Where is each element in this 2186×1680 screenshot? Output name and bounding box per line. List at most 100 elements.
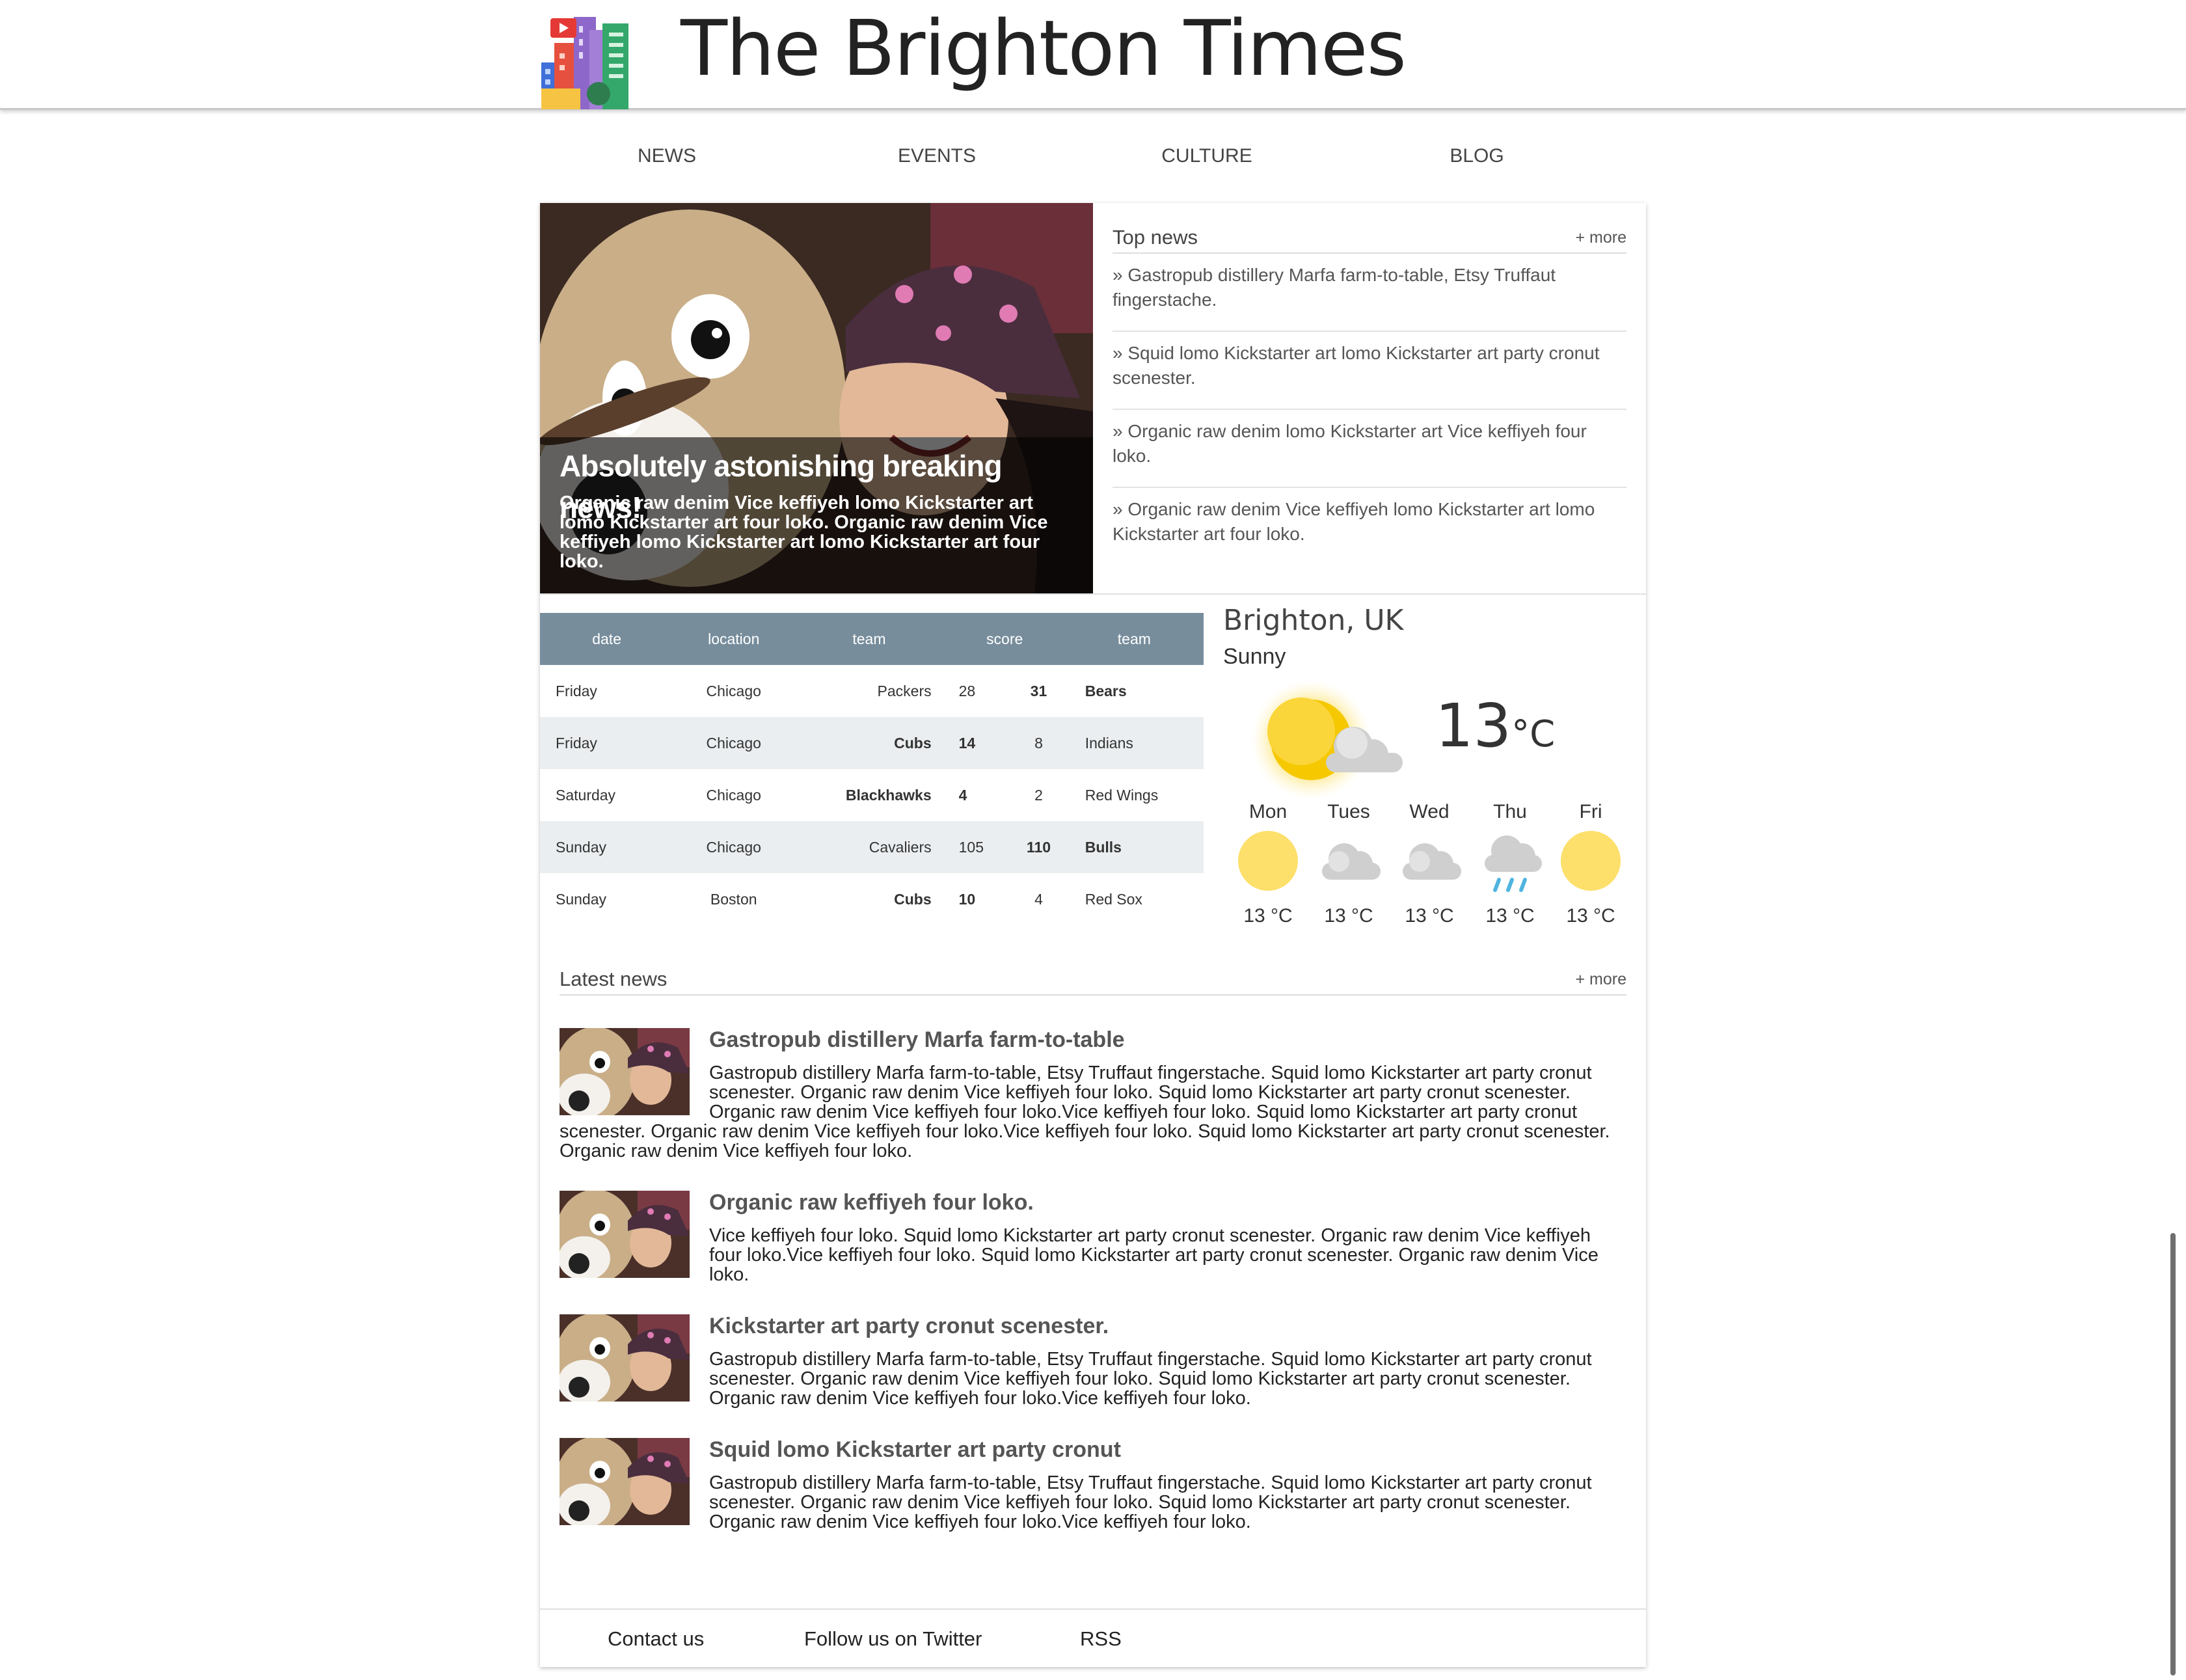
score-date: Sunday — [540, 821, 675, 873]
city-buildings-icon[interactable] — [541, 17, 634, 109]
latest-news-headline[interactable]: Kickstarter art party cronut scenester. — [560, 1310, 1626, 1342]
weather-location: Brighton, UK — [1223, 604, 1404, 637]
score-away: 8 — [1012, 717, 1066, 769]
score-location: Chicago — [674, 821, 794, 873]
news-thumbnail[interactable] — [560, 1314, 690, 1402]
score-home-team: Cubs — [793, 717, 945, 769]
nav-blog[interactable]: BLOG — [1392, 130, 1561, 182]
nav-news[interactable]: NEWS — [582, 130, 751, 182]
forecast-day-label: Mon — [1248, 801, 1288, 822]
latest-news-more-link[interactable]: + more — [1575, 964, 1626, 994]
forecast-day: Wed 13 °C — [1394, 799, 1465, 930]
latest-news-summary: Gastropub distillery Marfa farm-to-table… — [560, 1063, 1610, 1161]
weather-condition: Sunny — [1223, 644, 1286, 669]
table-row: Friday Chicago Packers 28 31 Bears — [540, 665, 1204, 717]
score-home-team: Packers — [877, 682, 932, 699]
weather-widget: Brighton, UK Sunny 13°C Mon 13 °C Tues 1… — [1223, 600, 1640, 951]
latest-news-item[interactable]: Kickstarter art party cronut scenester. G… — [560, 1310, 1626, 1408]
latest-news-summary: Gastropub distillery Marfa farm-to-table… — [709, 1472, 1592, 1532]
top-news-item[interactable]: » Organic raw denim lomo Kickstarter art… — [1113, 410, 1626, 488]
col-date: date — [540, 613, 675, 665]
score-location: Chicago — [706, 682, 761, 699]
score-date: Sunday — [556, 890, 607, 908]
forecast-day-label: Fri — [1579, 801, 1602, 822]
forecast-day-label: Wed — [1409, 801, 1450, 822]
score-away-team: Bears — [1085, 682, 1127, 699]
top-news-header: Top news + more — [1113, 223, 1626, 254]
table-row: Saturday Chicago Blackhawks 4 2 Red Wings — [540, 769, 1204, 821]
latest-news-headline[interactable]: Gastropub distillery Marfa farm-to-table — [560, 1024, 1626, 1055]
section-divider — [540, 593, 1646, 595]
score-home: 28 — [958, 682, 976, 699]
sun-icon — [1561, 831, 1621, 891]
score-home: 4 — [958, 786, 967, 804]
sun-icon — [1238, 831, 1298, 891]
score-home: 10 — [958, 890, 976, 908]
current-temperature: 13°C — [1435, 691, 1555, 761]
news-thumbnail[interactable] — [560, 1191, 690, 1278]
latest-news-summary: Gastropub distillery Marfa farm-to-table… — [709, 1349, 1592, 1409]
table-row: Sunday Boston Cubs 10 4 Red Sox — [540, 873, 1204, 925]
latest-news: Latest news + more Gastropub distillery … — [560, 964, 1626, 1558]
score-away: 31 — [1030, 682, 1047, 699]
latest-news-item[interactable]: Squid lomo Kickstarter art party cronut G… — [560, 1434, 1626, 1532]
forecast-day: Fri 13 °C — [1555, 799, 1626, 930]
forecast-temperature: 13 °C — [1243, 905, 1293, 927]
score-location: Chicago — [674, 717, 794, 769]
temperature-value: 13 — [1435, 691, 1512, 761]
forecast-temperature: 13 °C — [1405, 905, 1454, 927]
nav-events[interactable]: EVENTS — [852, 130, 1021, 182]
rain-cloud-icon — [1485, 835, 1542, 892]
score-date: Friday — [540, 717, 675, 769]
site-header: The Brighton Times — [0, 0, 2186, 110]
score-home: 105 — [944, 821, 1012, 873]
latest-news-headline[interactable]: Squid lomo Kickstarter art party cronut — [560, 1434, 1626, 1465]
sun-behind-cloud-icon — [1251, 680, 1403, 800]
main-nav: NEWS EVENTS CULTURE BLOG — [540, 130, 1646, 182]
hero-summary: Organic raw denim Vice keffiyeh lomo Kic… — [560, 493, 1048, 572]
latest-news-summary: Vice keffiyeh four loko. Squid lomo Kick… — [709, 1225, 1599, 1285]
news-thumbnail[interactable] — [560, 1438, 690, 1525]
forecast-day: Thu 13 °C — [1474, 799, 1546, 930]
score-away: 110 — [1012, 821, 1066, 873]
forecast-day: Mon 13 °C — [1232, 799, 1304, 930]
scrollbar-thumb[interactable] — [2170, 1233, 2176, 1675]
score-location: Boston — [710, 890, 757, 908]
latest-news-header: Latest news + more — [560, 964, 1626, 996]
site-footer: Contact us Follow us on Twitter RSS — [540, 1608, 1646, 1668]
news-thumbnail[interactable] — [560, 1028, 690, 1115]
top-news-item[interactable]: » Organic raw denim Vice keffiyeh lomo K… — [1113, 488, 1626, 565]
top-news-more-link[interactable]: + more — [1575, 223, 1626, 252]
temperature-unit: °C — [1511, 713, 1556, 755]
score-away: 2 — [1034, 786, 1043, 804]
score-date: Saturday — [556, 786, 616, 804]
scores-header-row: date location team score team — [540, 613, 1204, 665]
cloud-icon — [1322, 843, 1381, 880]
latest-news-item[interactable]: Organic raw keffiyeh four loko. Vice keff… — [560, 1187, 1626, 1284]
twitter-link[interactable]: Follow us on Twitter — [804, 1610, 982, 1668]
score-away-team: Red Wings — [1085, 786, 1159, 804]
table-row: Sunday Chicago Cavaliers 105 110 Bulls — [540, 821, 1204, 873]
latest-news-headline[interactable]: Organic raw keffiyeh four loko. — [560, 1187, 1626, 1218]
score-date: Friday — [556, 682, 597, 699]
forecast-temperature: 13 °C — [1324, 905, 1373, 927]
score-away-team: Red Sox — [1085, 890, 1142, 908]
forecast-day-label: Tues — [1327, 801, 1370, 822]
top-news-title: Top news — [1113, 226, 1198, 249]
hero-story[interactable]: Absolutely astonishing breaking news! Or… — [540, 203, 1093, 593]
col-score: score — [944, 613, 1066, 665]
top-news: Top news + more » Gastropub distillery M… — [1113, 223, 1626, 565]
score-home-team: Cubs — [894, 890, 932, 908]
top-news-item[interactable]: » Gastropub distillery Marfa farm-to-tab… — [1113, 254, 1626, 332]
forecast-temperature: 13 °C — [1485, 905, 1535, 927]
score-home-team: Blackhawks — [845, 786, 932, 804]
contact-link[interactable]: Contact us — [608, 1610, 704, 1668]
nav-culture[interactable]: CULTURE — [1122, 130, 1291, 182]
score-home-team: Cavaliers — [793, 821, 945, 873]
top-news-item[interactable]: » Squid lomo Kickstarter art lomo Kickst… — [1113, 332, 1626, 410]
rss-link[interactable]: RSS — [1080, 1610, 1122, 1668]
score-home: 14 — [944, 717, 1012, 769]
col-team: team — [793, 613, 945, 665]
latest-news-item[interactable]: Gastropub distillery Marfa farm-to-table… — [560, 1024, 1626, 1161]
latest-news-title: Latest news — [560, 968, 668, 990]
